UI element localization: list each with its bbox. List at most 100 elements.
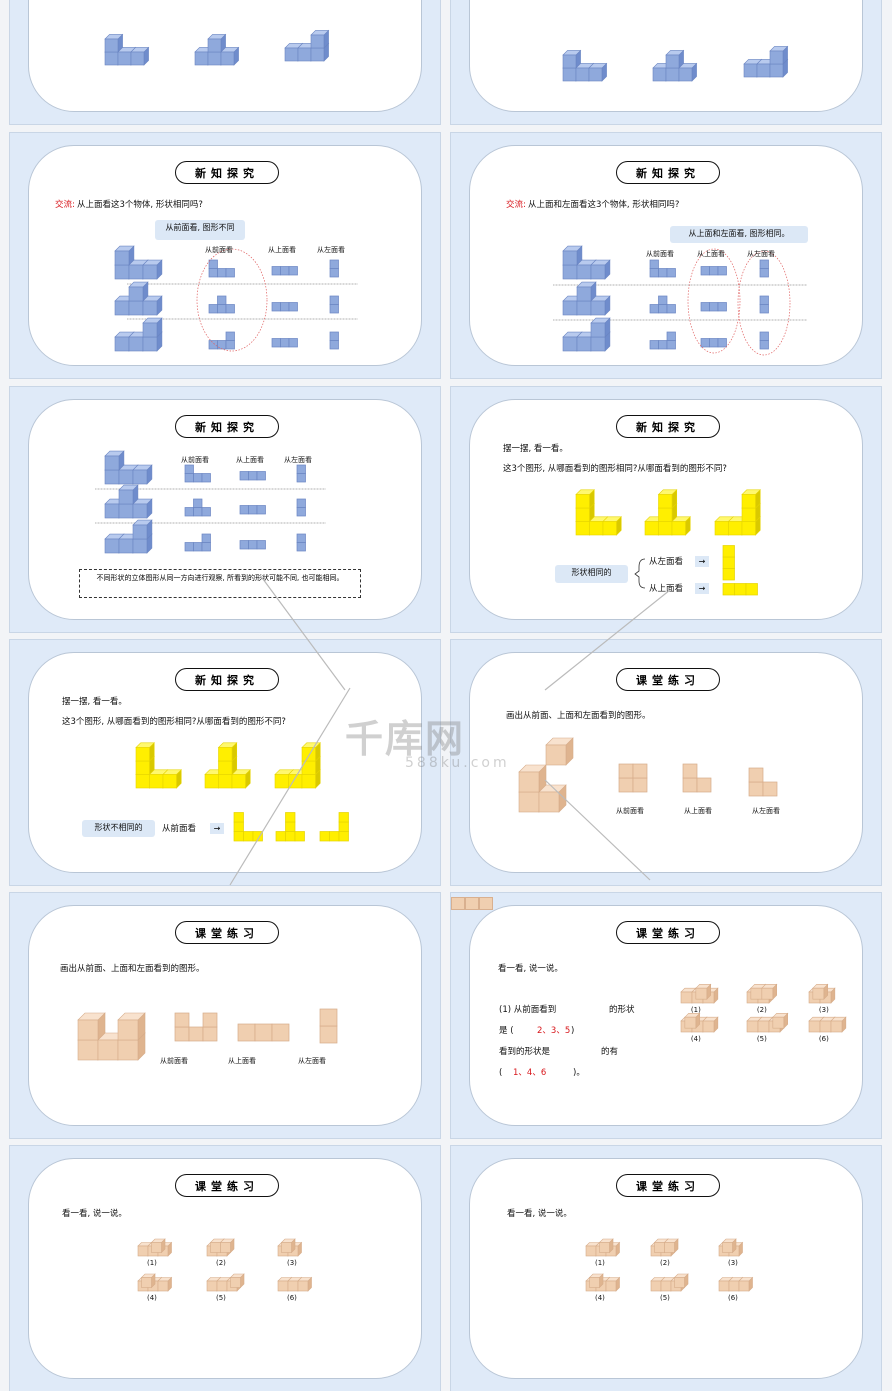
view-square: [296, 542, 306, 552]
cube-front: [117, 1039, 139, 1061]
cube-front: [274, 774, 289, 789]
view-square: [722, 545, 735, 558]
cube-front: [287, 1280, 299, 1292]
question-text: )。: [573, 1068, 585, 1078]
cube-figure: [104, 33, 150, 66]
cube-figure: [562, 245, 611, 280]
view-square: [759, 304, 769, 314]
slide-thumbnail[interactable]: [10, 0, 440, 124]
view-square: [184, 507, 194, 517]
cube-figure: [743, 45, 789, 78]
view-square: [280, 338, 290, 348]
highlight-oval: [687, 248, 741, 354]
answer-text: 2、3、5: [537, 1026, 571, 1036]
cube-front: [665, 67, 680, 82]
view-square: [202, 1012, 218, 1028]
slide-thumbnail[interactable]: 新知探究 摆一摆, 看一看。 这3个图形, 从哪面看到的图形相同?从哪面看到的图形不…: [451, 387, 881, 632]
cube-front: [207, 51, 222, 66]
cube-front: [746, 1020, 759, 1033]
view-square: [700, 338, 710, 348]
figure-label: (1): [595, 1259, 605, 1267]
view-square: [233, 812, 244, 823]
cube-figure: [684, 1012, 701, 1029]
different-shape-bubble: 形状不相同的: [82, 820, 155, 837]
question-text: 这3个图形, 从哪面看到的图形相同?从哪面看到的图形不同?: [62, 717, 286, 727]
view-square: [256, 471, 266, 481]
instruction-text: 摆一摆, 看一看。: [62, 697, 127, 707]
column-label: 从左面看: [747, 250, 775, 258]
cube-front: [684, 1016, 697, 1029]
view-square: [174, 1026, 190, 1042]
view-square: [233, 831, 244, 842]
view-square: [700, 266, 710, 276]
view-shape: [700, 266, 727, 276]
cube-figure: [721, 1238, 737, 1254]
view-square: [271, 1023, 290, 1042]
view-square: [745, 583, 758, 596]
cube-front: [671, 521, 686, 536]
section-title: 新知探究: [616, 161, 720, 184]
view-square: [243, 831, 254, 842]
cube-front: [576, 286, 592, 302]
cube-front: [220, 1242, 231, 1253]
slide-thumbnail[interactable]: 课堂练习 画出从前面、上面和左面看到的图形。 从前面看 从上面看 从左面看: [10, 893, 440, 1138]
cube-front: [562, 300, 578, 316]
view-square: [217, 304, 227, 314]
view-square: [256, 505, 266, 515]
figure-label: (2): [216, 1259, 226, 1267]
cube-front: [538, 791, 560, 813]
cube-front: [819, 1020, 832, 1033]
arrow-icon: →: [210, 823, 224, 834]
view-shape: [296, 498, 306, 517]
cube-figure: [114, 245, 163, 280]
cube-figure: [663, 1238, 679, 1254]
view-shape: [759, 259, 769, 278]
cube-front: [210, 1242, 221, 1253]
column-label: 从上面看: [697, 250, 725, 258]
slide-thumbnail[interactable]: 课堂练习 画出从前面、上面和左面看到的图形。 从前面看 从上面看 从左面看: [451, 640, 881, 885]
view-square: [296, 507, 306, 517]
view-shape: [184, 464, 211, 483]
view-square: [709, 302, 719, 312]
question-text: 的有: [601, 1047, 619, 1057]
view-square: [193, 498, 203, 508]
slide-thumbnail[interactable]: 课堂练习 看一看, 说一说。 (1) (2) (3) (4) (5) (6): [451, 1146, 881, 1391]
view-square: [618, 777, 634, 793]
cube-front: [310, 47, 325, 62]
cube-front: [204, 774, 219, 789]
cube-front: [589, 521, 604, 536]
cube-front: [644, 521, 659, 536]
cube-front: [142, 264, 158, 280]
slide-thumbnail[interactable]: 课堂练习 看一看, 说一说。 (1) 从前面看到 的形状是 (2、3、5) 看到的形状是…: [451, 893, 881, 1138]
column-label: 从左面看: [298, 1057, 326, 1065]
cube-front: [281, 1242, 292, 1253]
prompt-text: 从上面看这3个物体, 形状相同吗?: [77, 200, 203, 210]
view-square: [201, 533, 211, 543]
cube-front: [132, 503, 148, 519]
slide-thumbnail[interactable]: 新知探究 交流: 从上面看这3个物体, 形状相同吗? 从前面看, 图形不同 从前面看 从上…: [10, 133, 440, 378]
cube-front: [218, 774, 233, 789]
view-square: [237, 1023, 256, 1042]
cube-front: [674, 1277, 685, 1288]
view-shape: [759, 331, 769, 350]
slide-thumbnail[interactable]: 新知探究 交流: 从上面和左面看这3个物体, 形状相同吗? 从上面和左面看, 图形相同…: [451, 133, 881, 378]
view-square: [759, 331, 769, 341]
cube-front: [117, 51, 132, 66]
cube-figure: [277, 1276, 313, 1292]
cube-front: [562, 67, 577, 82]
view-shape: [329, 295, 339, 314]
view-square: [248, 505, 258, 515]
slide-thumbnail[interactable]: 课堂练习 看一看, 说一说。 (1) (2) (3) (4) (5) (6): [10, 1146, 440, 1391]
slide-thumbnail[interactable]: 新知探究 从前面看 从上面看 从左面看 不同形状的立体图形从同一方向进行观察, 所看到的…: [10, 387, 440, 632]
cube-figure: [150, 1238, 166, 1254]
section-title: 课堂练习: [175, 1174, 279, 1197]
view-shape: [722, 545, 735, 581]
view-label-front: 从前面看: [162, 824, 197, 834]
view-shape: [233, 812, 263, 842]
slide-thumbnail[interactable]: [451, 0, 881, 124]
cube-front: [590, 322, 606, 338]
cube-figure: [135, 742, 182, 789]
view-square: [256, 540, 266, 550]
cube-front: [714, 521, 729, 536]
cube-front: [157, 1280, 169, 1292]
